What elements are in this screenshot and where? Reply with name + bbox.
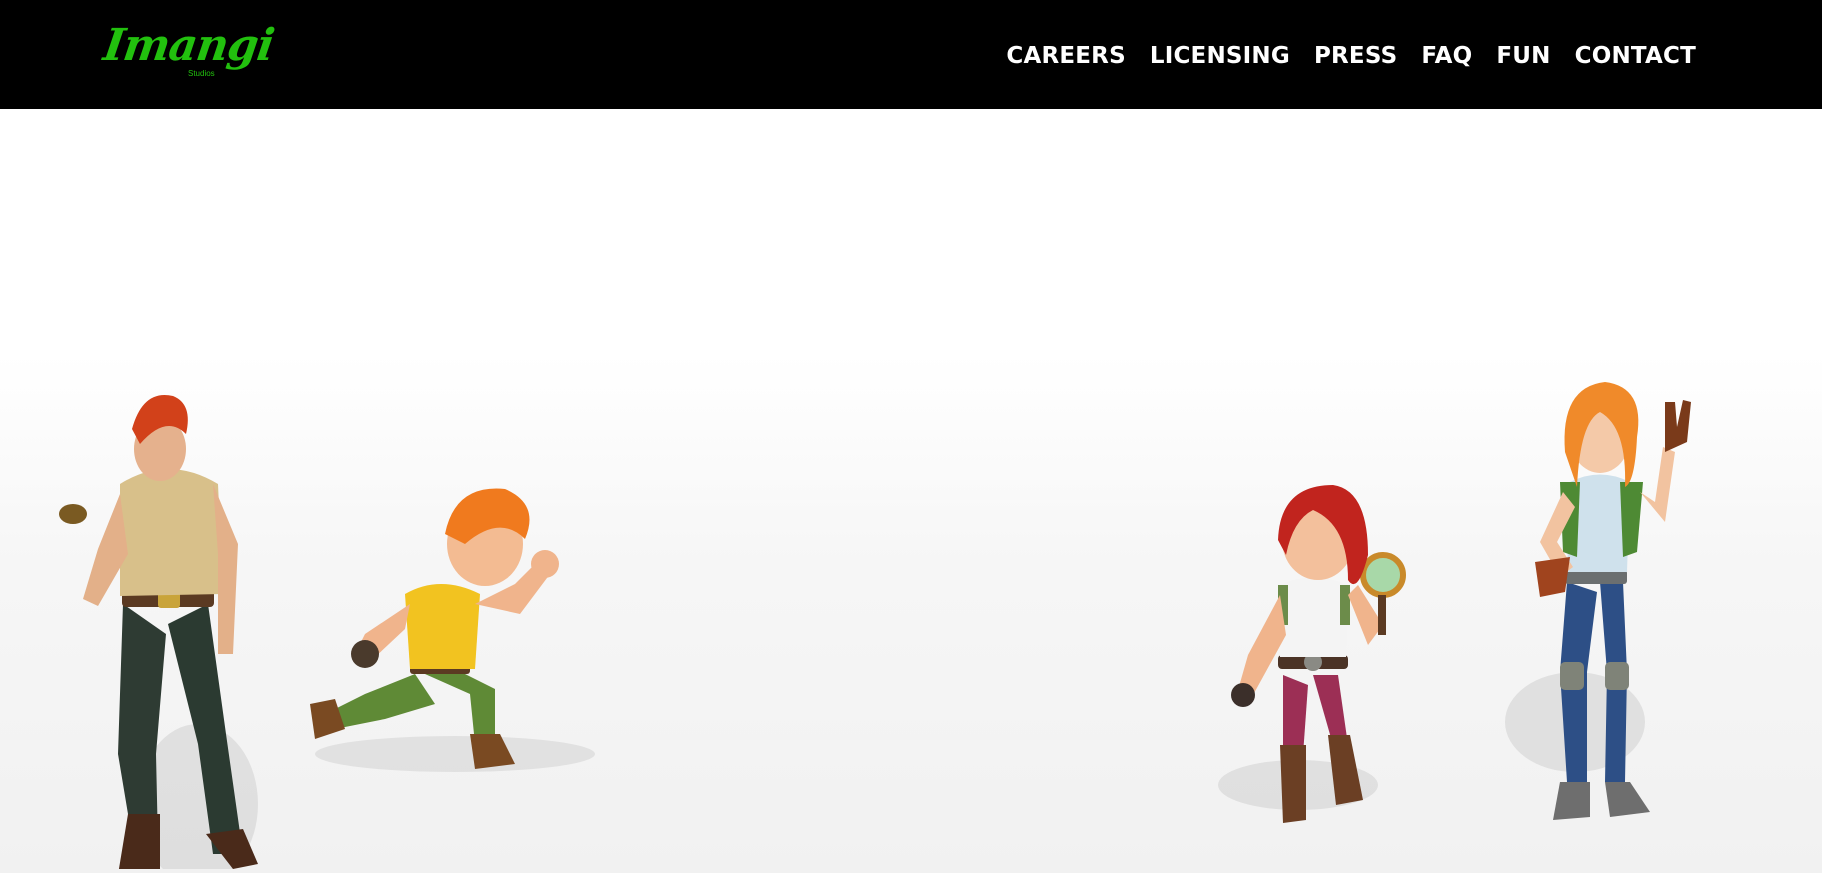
hero-banner	[0, 109, 1822, 873]
explorer-man-character-icon	[48, 334, 278, 869]
main-nav: CAREERS LICENSING PRESS FAQ FUN CONTACT	[1006, 38, 1696, 74]
imangi-studios-logo[interactable]: Imangi Studios	[100, 18, 276, 88]
nav-link-fun[interactable]: FUN	[1496, 43, 1550, 69]
redhead-girl-magnifier-character-icon	[1208, 445, 1418, 845]
waving-woman-character-icon	[1505, 342, 1715, 862]
running-boy-character-icon	[305, 464, 605, 804]
top-navigation-bar: Imangi Studios CAREERS LICENSING PRESS F…	[0, 0, 1822, 109]
nav-link-contact[interactable]: CONTACT	[1575, 43, 1696, 69]
nav-link-licensing[interactable]: LICENSING	[1150, 43, 1290, 69]
nav-link-faq[interactable]: FAQ	[1421, 43, 1472, 69]
nav-link-careers[interactable]: CAREERS	[1006, 43, 1126, 69]
nav-link-press[interactable]: PRESS	[1314, 43, 1397, 69]
logo-wordmark: Imangi	[100, 20, 277, 71]
logo-subtitle: Studios	[188, 69, 215, 78]
